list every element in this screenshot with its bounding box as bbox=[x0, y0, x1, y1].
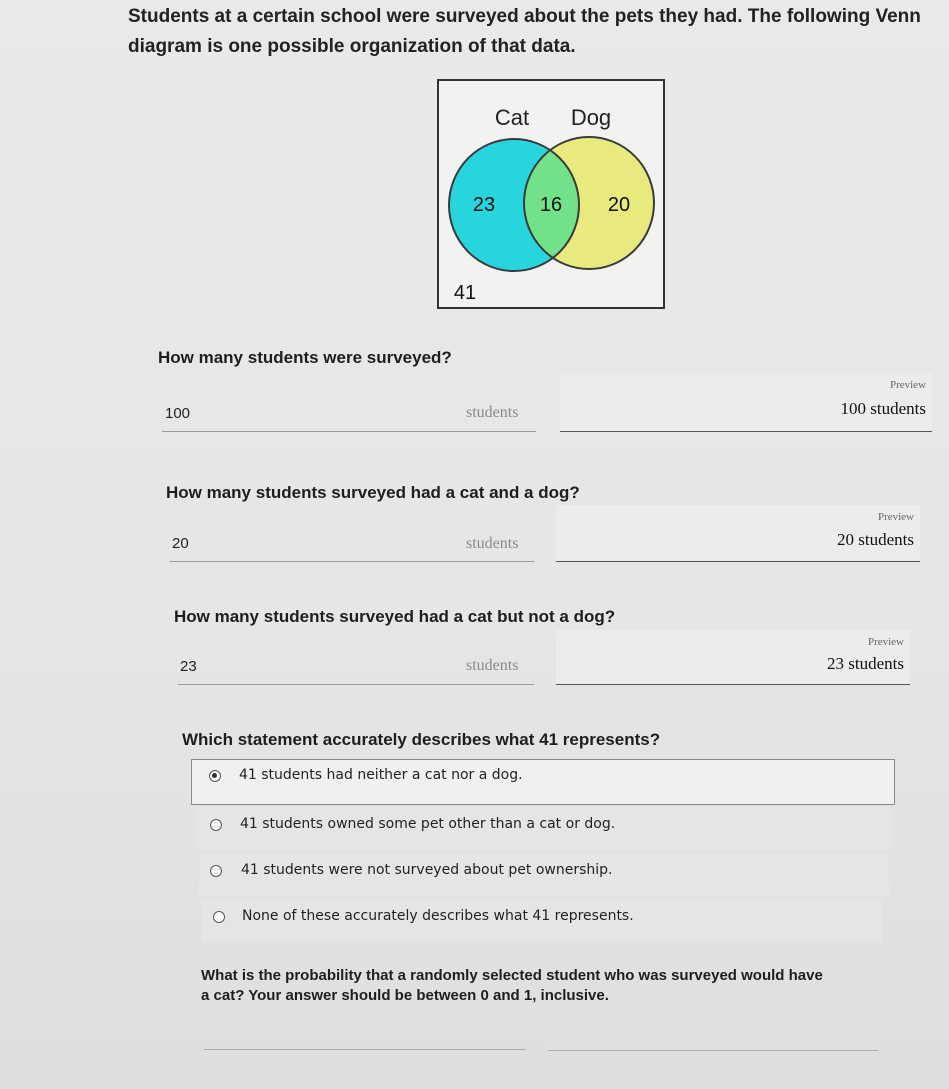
q1-unit: students bbox=[466, 404, 519, 421]
problem-intro: Students at a certain school were survey… bbox=[128, 2, 938, 62]
q2-unit: students bbox=[466, 535, 519, 552]
venn-svg: Cat Dog 23 16 20 41 bbox=[448, 105, 655, 304]
q4-option-4-label: None of these accurately describes what … bbox=[242, 908, 634, 924]
q1-preview: Preview 100 students bbox=[560, 373, 932, 432]
q5-question: What is the probability that a randomly … bbox=[201, 966, 823, 1006]
q2-input-underline bbox=[170, 561, 534, 562]
intro-line-1: Students at a certain school were survey… bbox=[128, 6, 921, 27]
q5-answer-input[interactable] bbox=[204, 1049, 526, 1050]
q2-answer-input[interactable]: 20 bbox=[172, 535, 189, 552]
q4-option-3[interactable]: 41 students were not surveyed about pet … bbox=[199, 853, 889, 897]
q1-preview-value: 100 students bbox=[840, 399, 926, 418]
value-cat-only: 23 bbox=[473, 194, 495, 216]
radio-empty-icon[interactable] bbox=[213, 911, 225, 923]
q2-preview-value: 20 students bbox=[837, 530, 914, 549]
q1-preview-label: Preview bbox=[889, 379, 926, 391]
intro-line-2: diagram is one possible organization of … bbox=[128, 36, 576, 57]
value-both: 16 bbox=[540, 194, 562, 216]
q5-line-1: What is the probability that a randomly … bbox=[201, 967, 823, 984]
q2-preview-label: Preview bbox=[877, 511, 914, 523]
q1-question: How many students were surveyed? bbox=[158, 348, 452, 367]
q4-option-2[interactable]: 41 students owned some pet other than a … bbox=[195, 807, 891, 851]
label-dog: Dog bbox=[571, 105, 611, 130]
q3-unit: students bbox=[466, 657, 519, 674]
q3-answer-input[interactable]: 23 bbox=[180, 658, 197, 675]
value-dog-only: 20 bbox=[608, 194, 630, 216]
q1-answer-input[interactable]: 100 bbox=[165, 405, 190, 422]
q5-line-2: a cat? Your answer should be between 0 a… bbox=[201, 987, 609, 1004]
radio-empty-icon[interactable] bbox=[210, 819, 222, 831]
q1-input-underline bbox=[162, 431, 536, 432]
q4-question: Which statement accurately describes wha… bbox=[182, 730, 661, 749]
value-neither: 41 bbox=[454, 282, 476, 304]
q2-preview: Preview 20 students bbox=[556, 505, 920, 562]
q3-preview-label: Preview bbox=[867, 636, 904, 648]
q3-preview-value: 23 students bbox=[827, 654, 904, 673]
q5-preview bbox=[548, 1008, 878, 1051]
radio-selected-icon[interactable] bbox=[209, 770, 221, 782]
radio-empty-icon[interactable] bbox=[210, 865, 222, 877]
q3-question: How many students surveyed had a cat but… bbox=[174, 607, 616, 626]
q4-option-4[interactable]: None of these accurately describes what … bbox=[201, 899, 883, 943]
q4-option-2-label: 41 students owned some pet other than a … bbox=[240, 816, 616, 832]
q4-option-1[interactable]: 41 students had neither a cat nor a dog. bbox=[191, 759, 895, 805]
q3-input-underline bbox=[178, 684, 534, 685]
q4-option-1-label: 41 students had neither a cat nor a dog. bbox=[239, 767, 523, 783]
q3-preview: Preview 23 students bbox=[556, 630, 910, 685]
q2-question: How many students surveyed had a cat and… bbox=[166, 483, 580, 502]
label-cat: Cat bbox=[495, 105, 529, 130]
venn-diagram: Cat Dog 23 16 20 41 bbox=[437, 79, 665, 309]
q4-option-3-label: 41 students were not surveyed about pet … bbox=[241, 862, 613, 878]
